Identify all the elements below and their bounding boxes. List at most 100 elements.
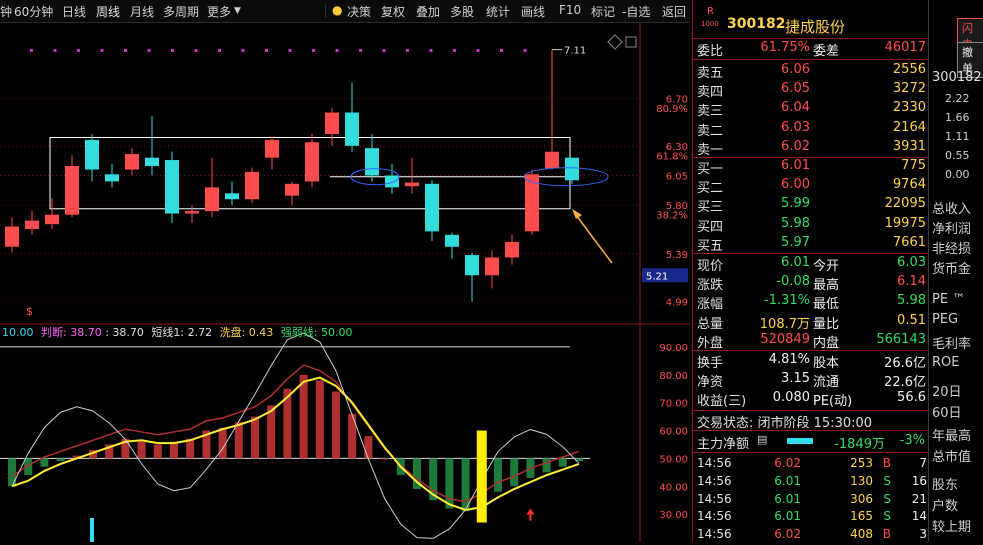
stat2-row: 净资 3.15 流通 22.6亿 [693, 370, 929, 391]
indicator-bar [364, 436, 373, 459]
self-select-button[interactable]: -自选 [622, 3, 650, 20]
tick-row: 14:56 6.01 165 S 14 [693, 508, 929, 527]
stock-header: R 1000 300182 捷成股份 [693, 2, 929, 36]
tick-price: 6.01 [774, 491, 801, 506]
tab-weekly[interactable]: 周线 [96, 3, 120, 20]
back-button[interactable]: 返回 [662, 3, 686, 20]
square-icon [625, 36, 637, 48]
stat-row: 涨跌 -0.08 最高 6.14 [693, 273, 929, 293]
bid-volume: 22095 [884, 196, 926, 212]
bid-price: 5.99 [781, 196, 810, 212]
tick-count: 21 [911, 491, 927, 506]
mark-button[interactable]: 标记 [591, 3, 615, 20]
finance-item: 毛利率 [932, 337, 972, 352]
multi-stock-button[interactable]: 多股 [450, 3, 474, 20]
f10-button[interactable]: F10 [559, 3, 581, 17]
tab-multi-period[interactable]: 多周期 [163, 3, 199, 20]
adjust-button[interactable]: 复权 [381, 3, 405, 20]
bid-price: 6.00 [781, 177, 810, 193]
indicator-axis-label: 30.00 [659, 510, 688, 521]
tick-row: 14:56 6.02 253 B 7 [693, 455, 929, 474]
stat-label-2: 今开 [813, 259, 840, 274]
signal-dot [218, 49, 221, 52]
stat-label: 外盘 [697, 335, 724, 351]
toolbar-divider [325, 4, 326, 18]
stat2-label-2: 股本 [813, 356, 840, 371]
ask-price: 6.06 [781, 62, 810, 77]
tick-count: 14 [911, 509, 927, 524]
bid-volume: 19975 [884, 215, 926, 231]
indicator-bar [332, 391, 340, 459]
stat2-value-2: 56.6 [897, 390, 926, 406]
candle-body [245, 171, 259, 200]
signal-dot [194, 49, 198, 52]
indicator-bar [170, 441, 178, 459]
candle-body [305, 142, 319, 182]
r-badge-sub: 1000 [701, 20, 719, 28]
weibi-label: 委比 [697, 44, 724, 59]
bid-row: 买二 6.00 9764 [693, 176, 929, 196]
kline-chart-area[interactable]: 6.7080.9%6.3061.8%6.055.8038.2%5.395.214… [0, 23, 690, 542]
decision-icon[interactable]: ● [332, 3, 342, 17]
signal-dot [53, 49, 57, 52]
stock-code: 300182 [727, 16, 786, 32]
tab-60min[interactable]: 60分钟 [14, 3, 53, 20]
tab-monthly[interactable]: 月线 [130, 3, 154, 20]
finance-item: PE ™ [932, 292, 966, 307]
tick-time: 14:56 [697, 491, 732, 506]
ask-volume: 3931 [892, 138, 926, 154]
kline-chart-svg[interactable]: 6.7080.9%6.3061.8%6.055.8038.2%5.395.214… [0, 23, 690, 542]
tab-daily[interactable]: 日线 [62, 3, 86, 20]
stat-row: 总量 108.7万 量比 0.51 [693, 312, 929, 332]
price-axis-label: 4.99 [666, 297, 688, 308]
decision-button[interactable]: 决策 [347, 3, 371, 20]
tick-side: B [882, 456, 891, 470]
tick-time: 14:56 [697, 509, 732, 524]
candle-body [205, 187, 219, 212]
overlay-button[interactable]: 叠加 [416, 3, 440, 20]
diamond-icon [607, 34, 623, 50]
finance-item: ROE [932, 355, 960, 370]
finance-item: PEG [932, 312, 959, 327]
tick-time: 14:56 [697, 473, 732, 488]
stat2-value: 3.15 [781, 371, 810, 387]
stat2-row: 换手 4.81% 股本 26.6亿 [693, 351, 929, 371]
more-dropdown-icon[interactable]: ▼ [234, 6, 241, 16]
finance-item: 总市值 [932, 450, 972, 465]
draw-line-button[interactable]: 画线 [521, 3, 545, 20]
weicha-value: 46017 [884, 40, 926, 55]
finance-item: 户数 [932, 499, 959, 514]
signal-dot [429, 49, 433, 52]
signal-dot [382, 49, 386, 52]
bid-label: 买三 [697, 200, 724, 216]
tab-more[interactable]: 更多 [207, 3, 231, 20]
bid-label: 买五 [697, 238, 724, 254]
stat2-label-2: PE(动) [813, 394, 853, 410]
indicator-value-2: : 38.70 [105, 326, 144, 339]
tab-minute[interactable]: 钟 [0, 3, 12, 20]
stat-value: 520849 [760, 331, 810, 347]
candle-body [345, 112, 359, 146]
bid-price: 6.01 [781, 158, 810, 173]
indicator-axis-label: 80.00 [659, 371, 688, 382]
tick-count: 16 [911, 473, 927, 488]
main-flow-row[interactable]: 主力净额 ▤ -1849万 -3% [693, 432, 929, 452]
stat-row: 现价 6.01 今开 6.03 [693, 254, 929, 274]
stat-label: 涨幅 [697, 297, 724, 313]
statistics-button[interactable]: 统计 [486, 3, 510, 20]
finance-item: 股东 [932, 478, 959, 493]
bid-volume: 9764 [892, 177, 926, 193]
mini-value: 1.66 [945, 111, 970, 124]
stat2-value: 4.81% [768, 352, 810, 367]
indicator-bar [186, 438, 195, 459]
indicator-bar [315, 380, 324, 459]
ask-price: 6.05 [781, 81, 810, 97]
indicator-bar [299, 374, 308, 459]
current-price-tag-text: 5.21 [646, 271, 668, 282]
bid-price: 5.98 [781, 215, 810, 231]
price-axis-label: 6.05 [666, 172, 688, 183]
stat2-value-2: 22.6亿 [884, 375, 926, 391]
indicator-bar [461, 458, 470, 512]
ask-volume: 3272 [892, 81, 926, 97]
menu-icon[interactable]: ▤ [757, 433, 767, 446]
